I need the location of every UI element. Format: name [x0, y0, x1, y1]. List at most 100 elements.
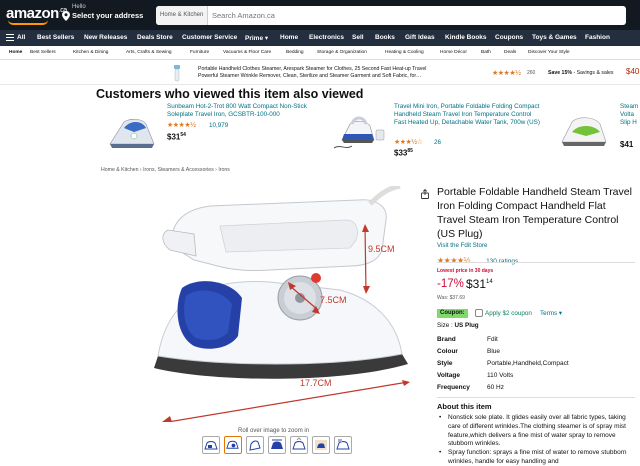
location-pin-icon [62, 11, 70, 21]
nav-best-sellers[interactable]: Best Sellers [37, 34, 74, 41]
nav-toys-games[interactable]: Toys & Games [532, 34, 577, 41]
about-heading: About this item [437, 402, 492, 411]
category-subnav: Home Best Sellers Kitchen & Dining Arts,… [0, 46, 640, 60]
was-price: Was: $37.69 [437, 295, 465, 301]
card-stars-sunbeam[interactable]: ★★★★½ [167, 121, 196, 129]
height-dimension-label: 9.5CM [368, 244, 395, 254]
subnav-heating-cooling[interactable]: Heating & Cooling [385, 50, 424, 55]
subnav-home[interactable]: Home [9, 50, 22, 55]
thumb-iron-icon [315, 440, 327, 450]
lowest-price-label: Lowest price in 30 days [437, 268, 494, 274]
sunbeam-iron-image[interactable] [104, 110, 162, 155]
breadcrumb[interactable]: Home & Kitchen › Irons, Steamers & Acces… [101, 167, 230, 173]
divider [437, 397, 635, 398]
coupon-checkbox[interactable] [475, 309, 483, 317]
card-price-steam-iron: $41 [620, 140, 634, 149]
card-price-sunbeam: $3154 [167, 132, 186, 142]
deliver-to-location[interactable]: Hello Select your address [72, 4, 152, 20]
top-nav: amazon.ca Hello Select your address Home… [0, 0, 640, 30]
discount-percent: -17% [437, 278, 464, 290]
thumb-iron-icon [249, 440, 261, 451]
subnav-arts-crafts[interactable]: Arts, Crafts & Sewing [126, 50, 172, 55]
banner-savings: Save 15% - Savings & sales [548, 70, 614, 76]
search-input[interactable] [212, 6, 622, 25]
subnav-storage[interactable]: Storage & Organization [317, 50, 367, 55]
nav-deals-store[interactable]: Deals Store [137, 34, 173, 41]
nav-sell[interactable]: Sell [352, 34, 364, 41]
product-title: Portable Foldable Handheld Steam Travel … [437, 186, 632, 240]
card-title-steam-iron[interactable]: Steam Volta Slip H [620, 103, 640, 128]
also-viewed-heading: Customers who viewed this item also view… [96, 87, 364, 101]
card-title-sunbeam[interactable]: Sunbeam Hot-2-Trot 800 Watt Compact Non-… [167, 103, 317, 119]
nav-new-releases[interactable]: New Releases [84, 34, 127, 41]
nav-gift-ideas[interactable]: Gift Ideas [405, 34, 435, 41]
card-title-mini-iron[interactable]: Travel Mini Iron, Portable Foldable Fold… [394, 103, 544, 128]
location-select: Select your address [72, 11, 144, 20]
zoom-hint: Roll over image to zoom in [238, 428, 310, 434]
banner-price: $40 [626, 67, 640, 76]
subnav-bath[interactable]: Bath [481, 50, 491, 55]
nav-kindle-books[interactable]: Kindle Books [445, 34, 487, 41]
subnav-vacuums[interactable]: Vacuums & Floor Care [223, 50, 271, 55]
banner-rating-count: 260 [527, 70, 536, 76]
location-greeting: Hello [72, 4, 86, 10]
share-icon[interactable] [420, 189, 430, 199]
subnav-discover-style[interactable]: Discover Your Style [528, 50, 570, 55]
rating-row: ★★★★½⌄130 ratings [437, 250, 518, 268]
store-link[interactable]: Visit the Fdit Store [437, 242, 487, 249]
card-stars-mini-iron[interactable]: ★★★½☆ [394, 138, 423, 146]
thumb-iron-icon [271, 439, 283, 449]
search-category-select[interactable]: Home & Kitchen ▾ [156, 6, 208, 25]
nav-books[interactable]: Books [375, 34, 395, 41]
banner-product-title[interactable]: Portable Handheld Clothes Steamer, Aresp… [198, 66, 478, 80]
thumbnail-3[interactable] [246, 436, 264, 454]
steamer-product-image [174, 65, 180, 82]
thumbnail-4[interactable] [268, 436, 286, 454]
mini-iron-image[interactable] [330, 108, 390, 158]
subnav-best-sellers[interactable]: Best Sellers [30, 50, 56, 55]
nav-all[interactable]: All [17, 34, 25, 41]
card-count-mini-iron[interactable]: 26 [434, 139, 441, 146]
subnav-deals[interactable]: Deals [504, 50, 516, 55]
nav-home[interactable]: Home [280, 34, 298, 41]
thumbnail-7[interactable] [334, 436, 352, 454]
divider [437, 262, 635, 263]
thumb-iron-icon [336, 439, 350, 450]
subnav-kitchen-dining[interactable]: Kitchen & Dining [73, 50, 108, 55]
subnav-furniture[interactable]: Furniture [190, 50, 209, 55]
nav-electronics[interactable]: Electronics [309, 34, 344, 41]
thumb-iron-icon [292, 437, 306, 450]
subnav-bedding[interactable]: Bedding [286, 50, 304, 55]
nav-prime[interactable]: Prime ▾ [245, 34, 268, 42]
length-dimension-label: 17.7CM [300, 378, 332, 388]
logo-smile-icon [8, 20, 48, 25]
menu-icon[interactable] [6, 34, 14, 41]
card-count-sunbeam[interactable]: 10,979 [209, 122, 228, 129]
thumbnail-1[interactable] [202, 436, 220, 454]
about-list: Nonstick sole plate. It glides easily ov… [437, 414, 637, 466]
main-product-image[interactable]: 9.5CM 7.5CM 17.7CM [150, 186, 412, 422]
about-bullet: Nonstick sole plate. It glides easily ov… [437, 414, 637, 449]
apply-coupon-label[interactable]: Apply $2 coupon [485, 310, 532, 317]
subnav-home-decor[interactable]: Home Décor [440, 50, 467, 55]
search-bar: Home & Kitchen ▾ [156, 6, 626, 25]
coupon-terms-link[interactable]: Terms ▾ [540, 310, 562, 317]
nav-fashion[interactable]: Fashion [585, 34, 610, 41]
coupon-badge: Coupon: [437, 309, 468, 318]
nav-customer-service[interactable]: Customer Service [182, 34, 237, 41]
thumbnail-5[interactable] [290, 436, 308, 454]
width-dimension-label: 7.5CM [320, 295, 347, 305]
thumb-iron-icon [226, 440, 239, 449]
main-nav: All Best Sellers New Releases Deals Stor… [0, 30, 640, 46]
banner-rating-stars[interactable]: ★★★★½ [492, 69, 521, 77]
card-price-mini-iron: $3385 [394, 148, 413, 158]
about-bullet: Spray function: sprays a fine mist of wa… [437, 449, 637, 466]
size-selection: Size : US Plug [437, 322, 479, 329]
thumbnail-6[interactable] [312, 436, 330, 454]
steam-iron-image[interactable] [556, 110, 612, 154]
thumbnail-2[interactable] [224, 436, 242, 454]
sponsored-banner[interactable]: Portable Handheld Clothes Steamer, Aresp… [0, 61, 640, 85]
thumb-iron-icon [204, 441, 218, 450]
product-rating-stars[interactable]: ★★★★½ [437, 256, 470, 265]
nav-coupons[interactable]: Coupons [495, 34, 523, 41]
